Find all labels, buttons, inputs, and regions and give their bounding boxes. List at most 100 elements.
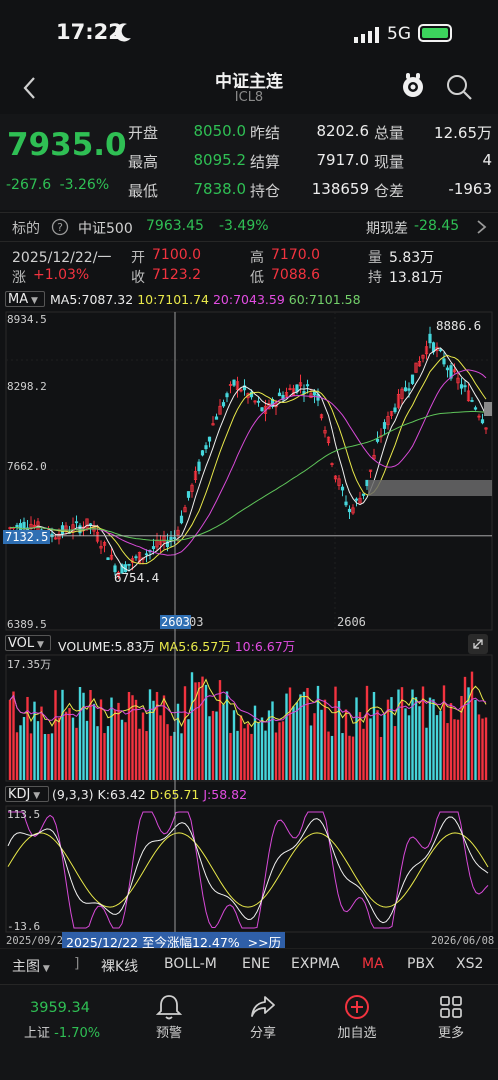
- ma5-line: [9, 347, 487, 572]
- volume-bar: [239, 715, 243, 780]
- candle-body: [344, 501, 348, 506]
- volume-bar: [29, 733, 33, 780]
- volume-bar: [96, 726, 99, 780]
- vol-selector-label: VOL: [8, 636, 35, 651]
- tab-pbx[interactable]: PBX: [407, 956, 435, 972]
- volume-bar: [43, 734, 47, 780]
- index-info: 上证 -1.70%: [24, 1022, 100, 1041]
- candle-body: [277, 392, 282, 397]
- index-widget[interactable]: 3959.34 上证 -1.70%: [6, 990, 112, 1042]
- candle-body: [144, 553, 149, 556]
- volume-bar: [236, 730, 239, 780]
- volume-bar: [110, 697, 113, 780]
- volume-bar: [57, 717, 61, 780]
- candle-body: [354, 498, 359, 501]
- vol-legend-volume: VOLUME:5.83万: [58, 639, 155, 654]
- y-label-3: 7662.0: [7, 460, 47, 473]
- volume-bar: [260, 717, 264, 780]
- kdj-selector-label: KDJ: [8, 787, 31, 802]
- volume-bar: [78, 686, 82, 780]
- volume-bar: [477, 714, 481, 780]
- vol-selector[interactable]: VOL ▼: [5, 635, 51, 651]
- kdj-j: J:58.82: [203, 787, 248, 802]
- more-button[interactable]: 更多: [416, 990, 486, 1046]
- volume-bar: [313, 713, 316, 780]
- tab-naked-k[interactable]: 裸K线: [101, 956, 138, 976]
- index-value: 3959.34: [30, 1000, 90, 1016]
- volume-bar: [341, 733, 344, 780]
- volume-bar: [453, 719, 456, 780]
- candle-body: [480, 419, 485, 424]
- candle-body: [407, 388, 411, 391]
- share-button[interactable]: 分享: [228, 990, 298, 1046]
- volume-bar: [19, 725, 22, 780]
- index-name: 上证: [24, 1026, 51, 1041]
- volume-bar: [435, 715, 439, 780]
- volume-bar: [68, 708, 71, 780]
- volume-bar: [50, 733, 54, 780]
- volume-bar: [257, 722, 260, 780]
- vol-y-max: 17.35万: [7, 658, 52, 671]
- kdj-y-min: -13.6: [7, 920, 41, 933]
- volume-bar: [92, 703, 96, 780]
- tab-boll-m[interactable]: BOLL-M: [164, 956, 217, 972]
- kdj-y-max: 113.5: [7, 808, 41, 821]
- volume-bar: [383, 714, 386, 780]
- volume-bar: [106, 726, 110, 780]
- volume-bar: [470, 671, 474, 780]
- tab-ene[interactable]: ENE: [242, 956, 270, 972]
- volume-bar: [120, 719, 124, 780]
- alert-button[interactable]: 预警: [134, 990, 204, 1046]
- volume-bar: [225, 691, 229, 780]
- kdj-legend: (9,3,3) K:63.42 D:65.71 J:58.82: [52, 787, 247, 802]
- volume-bar: [243, 728, 246, 780]
- volume-bar: [404, 708, 407, 780]
- dropdown-icon: ▼: [34, 640, 44, 650]
- volume-bar: [54, 690, 57, 780]
- kdj-selector[interactable]: KDJ ▼: [5, 786, 49, 802]
- volume-bar: [376, 710, 379, 780]
- volume-bar: [362, 728, 365, 780]
- kline-chart[interactable]: [0, 0, 498, 1080]
- tab-xs2[interactable]: XS2: [456, 956, 483, 972]
- expand-button[interactable]: [468, 634, 488, 654]
- volume-bar: [425, 727, 428, 780]
- volume-bar: [148, 689, 152, 780]
- volume-bar: [99, 699, 103, 780]
- candle-body: [382, 422, 387, 429]
- volume-bar: [481, 718, 484, 780]
- volume-bar: [418, 706, 421, 780]
- volume-bar: [113, 709, 117, 780]
- tab-main-chart[interactable]: 主图 ▼: [12, 956, 50, 976]
- range-gain-banner[interactable]: 2025/12/22 至今涨幅12.47% >>历: [62, 932, 286, 950]
- kdj-d: D:65.71: [149, 787, 200, 802]
- volume-bar: [197, 682, 201, 780]
- kdj-j-line: [8, 811, 489, 929]
- candle-body: [151, 546, 156, 550]
- kdj-chart-frame: [5, 805, 493, 933]
- candle-body: [225, 393, 229, 398]
- volume-bar: [295, 702, 299, 780]
- volume-bar: [201, 676, 204, 780]
- tab-expma[interactable]: EXPMA: [291, 956, 340, 972]
- volume-bar: [232, 710, 236, 780]
- volume-bar: [281, 721, 285, 780]
- volume-bar: [61, 689, 64, 780]
- more-label: 更多: [437, 1026, 464, 1041]
- dropdown-icon: ▼: [40, 964, 50, 974]
- volume-bar: [138, 728, 141, 780]
- candle-body: [365, 479, 369, 487]
- candle-body: [214, 416, 219, 420]
- tab-ma[interactable]: MA: [362, 956, 384, 972]
- volume-bar: [274, 732, 278, 780]
- bell-icon: [155, 995, 183, 1020]
- x-label-2606: 2606: [337, 615, 366, 629]
- ma60-line: [9, 410, 487, 541]
- volume-bar: [71, 717, 75, 780]
- volume-bar: [330, 735, 334, 780]
- volume-bar: [15, 732, 19, 780]
- candle-body: [106, 557, 110, 560]
- volume-bar: [141, 712, 145, 780]
- add-watchlist-button[interactable]: 加自选: [322, 990, 392, 1046]
- volume-bar: [85, 720, 89, 780]
